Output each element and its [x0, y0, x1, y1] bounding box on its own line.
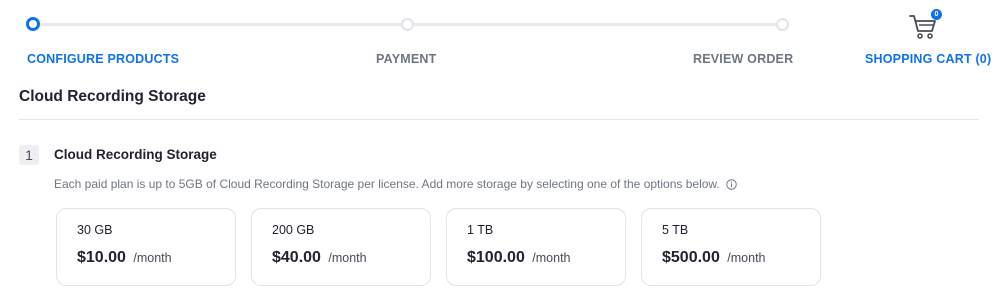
section-divider	[19, 119, 979, 120]
option-period: /month	[727, 251, 766, 265]
option-price-row: $10.00 /month	[77, 249, 172, 267]
shopping-cart-label[interactable]: SHOPPING CART (0)	[865, 52, 991, 66]
option-price: $100.00	[467, 249, 525, 266]
info-icon[interactable]	[726, 178, 737, 190]
storage-option-card[interactable]: 1 TB $100.00 /month	[446, 208, 626, 286]
option-price-row: $500.00 /month	[662, 249, 766, 267]
option-period: /month	[133, 251, 172, 265]
step-label-configure-products[interactable]: CONFIGURE PRODUCTS	[27, 52, 179, 66]
step-label-payment[interactable]: PAYMENT	[376, 52, 436, 66]
option-price: $40.00	[272, 249, 321, 266]
option-price: $500.00	[662, 249, 720, 266]
cart-count-badge: 0	[931, 9, 942, 20]
storage-option-card[interactable]: 30 GB $10.00 /month	[56, 208, 236, 286]
option-price: $10.00	[77, 249, 126, 266]
item-number-badge: 1	[19, 145, 39, 165]
checkout-page: CONFIGURE PRODUCTS PAYMENT REVIEW ORDER …	[0, 0, 997, 302]
storage-option-card[interactable]: 5 TB $500.00 /month	[641, 208, 821, 286]
step-dot-review-order[interactable]	[776, 18, 789, 31]
option-price-row: $40.00 /month	[272, 249, 367, 267]
section-title: Cloud Recording Storage	[19, 88, 206, 105]
option-period: /month	[532, 251, 571, 265]
step-dot-configure-products[interactable]	[26, 17, 40, 31]
shopping-cart-button[interactable]: 0	[908, 9, 944, 44]
step-label-review-order[interactable]: REVIEW ORDER	[693, 52, 793, 66]
option-size: 200 GB	[272, 223, 315, 237]
item-title: Cloud Recording Storage	[54, 147, 217, 162]
option-size: 5 TB	[662, 223, 689, 237]
option-size: 1 TB	[467, 223, 494, 237]
option-size: 30 GB	[77, 223, 113, 237]
step-dot-payment[interactable]	[401, 18, 414, 31]
item-description-text: Each paid plan is up to 5GB of Cloud Rec…	[54, 177, 720, 191]
option-period: /month	[328, 251, 367, 265]
option-price-row: $100.00 /month	[467, 249, 571, 267]
storage-option-card[interactable]: 200 GB $40.00 /month	[251, 208, 431, 286]
item-description: Each paid plan is up to 5GB of Cloud Rec…	[54, 177, 737, 191]
